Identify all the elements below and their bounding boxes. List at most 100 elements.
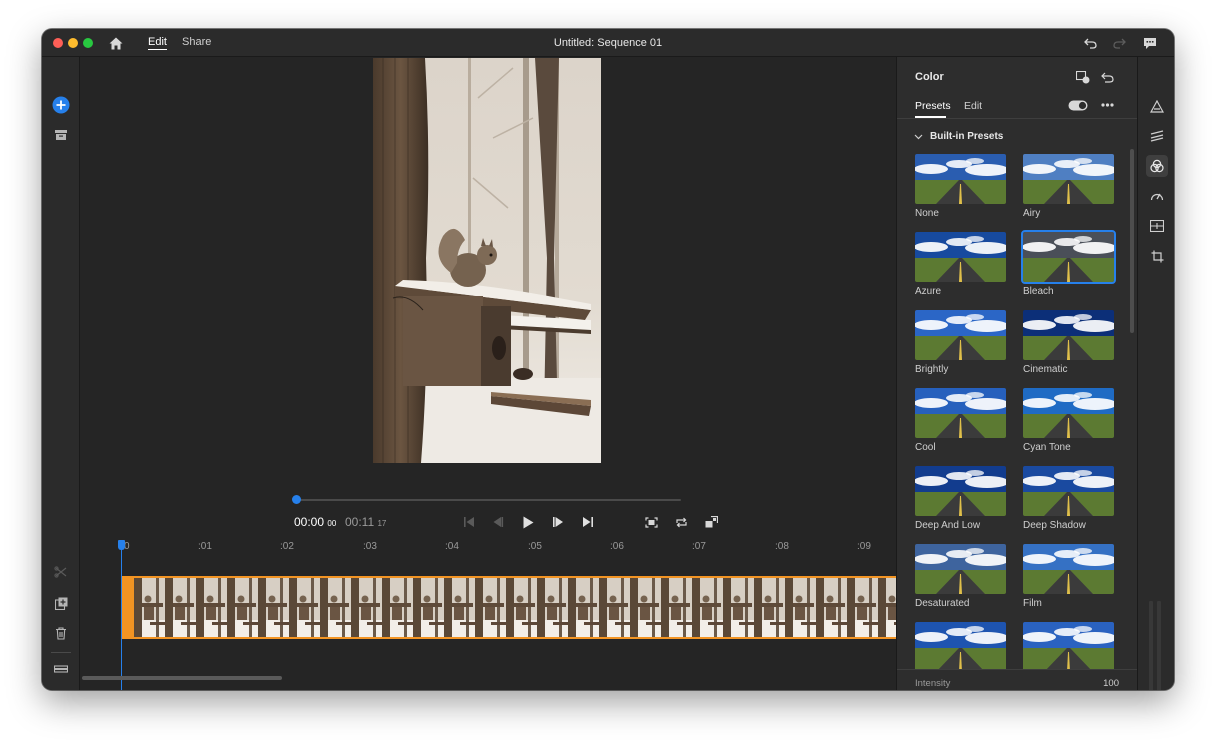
video-clip[interactable]	[121, 576, 934, 639]
preset-brightly[interactable]: Brightly	[915, 310, 1006, 375]
ruler-label: :08	[775, 541, 789, 552]
go-to-end-icon[interactable]	[579, 513, 597, 531]
ruler-label: :07	[692, 541, 706, 552]
ruler-label: :03	[363, 541, 377, 552]
rail-divider	[51, 652, 71, 653]
add-media-icon[interactable]	[51, 95, 71, 115]
left-toolbar	[42, 57, 80, 690]
toggle-icon[interactable]	[1068, 99, 1088, 111]
preset-label: None	[915, 208, 939, 219]
intensity-control: Intensity 100	[897, 669, 1138, 690]
preset-cyan-tone[interactable]: Cyan Tone	[1023, 388, 1114, 453]
panel-title: Color	[915, 71, 944, 83]
preset-thumbnail	[1023, 154, 1114, 204]
duration-timecode: 00:11 17	[345, 515, 387, 529]
audio-meter-left	[1149, 601, 1153, 690]
section-header[interactable]: Built-in Presets	[930, 131, 1003, 142]
preset-label: Cinematic	[1023, 364, 1068, 375]
reset-icon[interactable]	[1099, 69, 1115, 85]
fullscreen-icon[interactable]	[702, 513, 720, 531]
preset-thumbnail	[915, 622, 1006, 670]
preset-desaturated[interactable]: Desaturated	[915, 544, 1006, 609]
preset-label: Film	[1023, 598, 1042, 609]
editor-area: 00:00 00 00:11 17 0 :01 :02:03:04:05 …	[80, 57, 934, 690]
fit-frame-icon[interactable]	[642, 513, 660, 531]
feedback-icon[interactable]	[1142, 35, 1158, 51]
clip-trim-handle[interactable]	[121, 576, 134, 639]
undo-icon[interactable]	[1082, 35, 1098, 51]
preset-thumbnail	[1021, 230, 1116, 284]
preset-thumbnail	[915, 466, 1006, 516]
preset-deep-and-low[interactable]: Deep And Low	[915, 466, 1006, 531]
ruler-label: :02	[280, 541, 294, 552]
delete-icon[interactable]	[51, 623, 71, 643]
ruler-label: :05	[528, 541, 542, 552]
redo-icon[interactable]	[1111, 35, 1127, 51]
play-icon[interactable]	[519, 513, 537, 531]
ruler-label: :09	[857, 541, 871, 552]
preset-label: Deep And Low	[915, 520, 981, 531]
preset-thumbnail	[1023, 310, 1114, 360]
timeline-scrollbar[interactable]	[82, 676, 282, 680]
titles-icon[interactable]	[1146, 95, 1168, 117]
title-bar: Edit Share Untitled: Sequence 01	[42, 29, 1174, 57]
preset-azure[interactable]: Azure	[915, 232, 1006, 297]
preset-label: Brightly	[915, 364, 949, 375]
preset-bleach[interactable]: Bleach	[1021, 230, 1116, 297]
video-preview[interactable]	[373, 58, 601, 463]
preset-label: Azure	[915, 286, 942, 297]
preset-label: Cyan Tone	[1023, 442, 1071, 453]
preset-cinematic[interactable]: Cinematic	[1023, 310, 1114, 375]
right-toolbar	[1137, 57, 1174, 690]
audio-meter-right	[1157, 601, 1161, 690]
preset-thumbnail	[915, 544, 1006, 594]
tab-presets[interactable]: Presets	[915, 100, 951, 112]
preset-cool[interactable]: Cool	[915, 388, 1006, 453]
preset-film[interactable]: Film	[1023, 544, 1114, 609]
preset-thumbnail	[1023, 544, 1114, 594]
crop-icon[interactable]	[1146, 245, 1168, 267]
preset-deep-shadow[interactable]: Deep Shadow	[1023, 466, 1114, 531]
track-icon[interactable]	[51, 659, 71, 679]
playhead-handle[interactable]	[118, 540, 125, 550]
loop-icon[interactable]	[672, 513, 690, 531]
project-archive-icon[interactable]	[51, 125, 71, 145]
preset-none[interactable]: None	[915, 154, 1006, 219]
speed-icon[interactable]	[1146, 185, 1168, 207]
step-forward-icon[interactable]	[549, 513, 567, 531]
app-window: Edit Share Untitled: Sequence 01 00:00 0…	[42, 29, 1174, 690]
preset-grid: None Airy Azure Bleach Brightly Cinemati…	[915, 154, 1120, 670]
clip-selection-bottom	[121, 637, 934, 639]
current-timecode: 00:00 00	[294, 515, 337, 529]
transform-icon[interactable]	[1146, 215, 1168, 237]
color-icon[interactable]	[1146, 155, 1168, 177]
step-back-icon[interactable]	[489, 513, 507, 531]
split-icon[interactable]	[51, 562, 71, 582]
preset-label: Airy	[1023, 208, 1041, 219]
preset-label: Desaturated	[915, 598, 970, 609]
compare-icon[interactable]	[1075, 69, 1091, 85]
ruler-label: :01	[198, 541, 212, 552]
playhead[interactable]	[121, 547, 122, 690]
scrub-bar[interactable]	[295, 499, 681, 501]
audio-icon[interactable]	[1146, 125, 1168, 147]
panel-scrollbar[interactable]	[1130, 149, 1134, 333]
preset-label: Deep Shadow	[1023, 520, 1086, 531]
more-icon[interactable]	[1099, 99, 1115, 111]
go-to-start-icon[interactable]	[460, 513, 478, 531]
window-title: Untitled: Sequence 01	[553, 37, 663, 49]
tab-edit[interactable]: Edit	[964, 100, 982, 112]
preset-partial[interactable]	[915, 622, 1006, 670]
scrub-handle[interactable]	[292, 495, 301, 504]
squirrel-frame-image	[373, 58, 601, 463]
preset-thumbnail	[1023, 466, 1114, 516]
panel-divider	[897, 118, 1138, 119]
color-panel: Color Presets Edit Built-in Presets None	[896, 57, 1138, 690]
intensity-label: Intensity	[915, 678, 951, 689]
chevron-down-icon[interactable]	[913, 132, 923, 142]
preset-airy[interactable]: Airy	[1023, 154, 1114, 219]
preset-thumbnail	[915, 232, 1006, 282]
preset-partial[interactable]	[1023, 622, 1114, 670]
preset-thumbnail	[1023, 622, 1114, 670]
duplicate-icon[interactable]	[51, 593, 71, 613]
